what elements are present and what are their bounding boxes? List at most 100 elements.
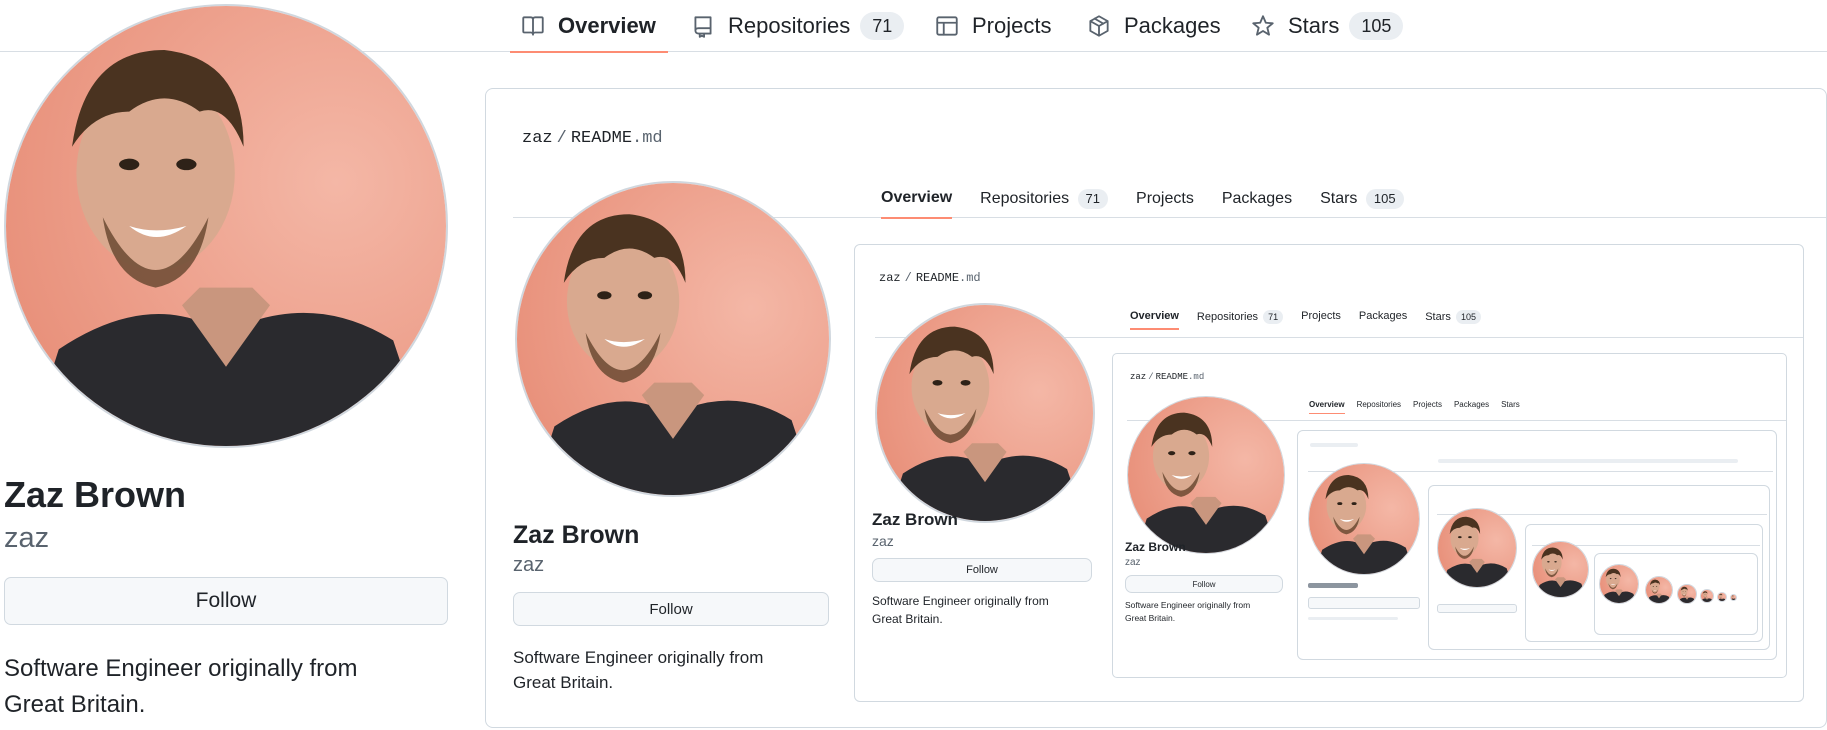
recursive-avatar	[1308, 463, 1420, 575]
recursive-avatar	[1730, 594, 1737, 601]
nested-follow-button: Follow	[872, 558, 1092, 582]
avatar[interactable]	[4, 4, 448, 448]
readme-profile-login: zaz	[513, 554, 545, 576]
tab-label: Stars	[1288, 13, 1340, 38]
follow-button[interactable]: Follow	[4, 577, 448, 625]
stars-count-badge: 105	[1349, 12, 1404, 40]
avatar-photo	[1128, 397, 1284, 553]
avatar-photo	[1438, 509, 1516, 587]
readme-profile-name: Zaz Brown	[513, 521, 640, 549]
level3-follow-button: Follow	[1125, 575, 1283, 593]
readme-title[interactable]: zaz / README.md	[522, 129, 663, 148]
avatar-photo	[1731, 595, 1736, 600]
nested-avatar	[875, 303, 1095, 523]
recursive-name-bar	[1308, 583, 1358, 588]
level3-profile-tabs: Overview Repositories Projects Packages …	[1309, 400, 1520, 414]
recursive-follow-button	[1437, 604, 1517, 613]
bio-line: Great Britain.	[4, 691, 146, 718]
readme-separator: /	[904, 271, 912, 285]
nested-profile-login: zaz	[872, 533, 894, 549]
tab-label: Projects	[972, 13, 1052, 38]
tab-packages[interactable]: Packages	[1086, 0, 1221, 52]
recursive-readme-preview-2	[1428, 485, 1770, 650]
readme-tab-packages[interactable]: Packages	[1222, 190, 1292, 208]
recursive-follow-button	[1308, 597, 1420, 609]
readme-tab-repositories[interactable]: Repositories 71	[980, 189, 1109, 209]
avatar-photo	[1701, 590, 1713, 602]
readme-follow-button: Follow	[513, 592, 829, 626]
nested-profile-bio: Software Engineer originally from Great …	[872, 592, 1049, 628]
readme-tab-overview[interactable]: Overview	[881, 189, 953, 219]
tab-stars[interactable]: Stars 105	[1250, 0, 1404, 52]
level3-profile-name: Zaz Brown	[1125, 540, 1186, 554]
recursive-avatar	[1532, 541, 1589, 598]
level3-profile-login: zaz	[1125, 557, 1141, 568]
recursive-tabs-bar	[1438, 459, 1738, 463]
tab-label: Packages	[1124, 13, 1221, 38]
avatar-photo	[1309, 464, 1419, 574]
bio-line: Great Britain.	[513, 673, 614, 692]
avatar-photo	[6, 6, 446, 446]
avatar-photo	[877, 305, 1093, 521]
readme-owner: zaz	[1130, 372, 1147, 382]
nested-readme-card: zaz / README.md Overview Repositories 71 P…	[854, 244, 1804, 702]
tab-label: Stars	[1320, 190, 1358, 207]
avatar-photo	[1533, 542, 1588, 597]
profile-bio: Software Engineer originally from Great …	[4, 651, 358, 723]
level3-tab-overview: Overview	[1309, 400, 1345, 414]
star-icon	[1252, 15, 1274, 36]
profile-login: zaz	[4, 522, 50, 554]
level3-readme-title: zaz / README.md	[1130, 372, 1204, 382]
level3-tab-stars: Stars	[1501, 400, 1520, 409]
recursive-avatar	[1677, 584, 1697, 604]
count-badge: 71	[1263, 310, 1284, 324]
tab-label: Repositories	[728, 13, 851, 38]
profile-name: Zaz Brown	[4, 474, 187, 515]
bio-line: Software Engineer originally from	[872, 594, 1049, 608]
level3-avatar	[1127, 396, 1285, 554]
avatar-photo	[1600, 565, 1638, 603]
avatar-photo	[1718, 593, 1726, 601]
tab-repositories[interactable]: Repositories 71	[690, 0, 905, 52]
nested-readme-card-level3: zaz / README.md Overview Repositories Proj…	[1112, 353, 1787, 678]
recursive-avatar	[1645, 576, 1673, 604]
repositories-count-badge: 71	[1077, 189, 1109, 209]
readme-tab-projects[interactable]: Projects	[1136, 190, 1194, 208]
tab-projects[interactable]: Projects	[934, 0, 1051, 52]
tab-label: Repositories	[980, 190, 1070, 207]
table-icon	[936, 16, 958, 36]
nested-tab-packages: Packages	[1358, 310, 1408, 322]
avatar-photo	[1678, 585, 1696, 603]
avatar-photo	[1646, 577, 1672, 603]
readme-owner: zaz	[879, 271, 901, 285]
avatar-photo	[517, 183, 829, 495]
nested-readme-title: zaz / README.md	[879, 271, 981, 285]
repositories-count-badge: 71	[860, 12, 905, 40]
bio-line: Software Engineer originally from	[4, 655, 358, 682]
package-icon	[1089, 15, 1109, 37]
stars-count-badge: 105	[1365, 189, 1404, 209]
nested-tab-overview: Overview	[1130, 310, 1179, 330]
book-icon	[522, 16, 544, 36]
readme-card: zaz / README.md Overview Repositories 71 P…	[485, 88, 1827, 728]
readme-file: README	[570, 129, 633, 148]
count-badge: 105	[1455, 310, 1481, 324]
tab-overview[interactable]: Overview	[510, 0, 668, 53]
nested-tab-projects: Projects	[1301, 310, 1341, 322]
recursive-avatar	[1717, 592, 1727, 602]
level3-profile-bio: Software Engineer originally from Great …	[1125, 599, 1250, 625]
readme-file: README	[915, 271, 960, 285]
readme-avatar	[515, 181, 831, 497]
readme-file: README	[1155, 372, 1189, 382]
readme-extension: .md	[1188, 372, 1205, 382]
repo-icon	[694, 16, 712, 38]
nested-tab-stars: Stars 105	[1425, 310, 1481, 330]
readme-tab-stars[interactable]: Stars 105	[1320, 189, 1404, 209]
tab-label: Stars	[1425, 311, 1451, 323]
recursive-avatar	[1700, 589, 1714, 603]
bio-line: Software Engineer originally from	[513, 648, 764, 667]
readme-profile-tabs: Overview Repositories 71 Projects Packag…	[881, 179, 1404, 219]
bio-line: Software Engineer originally from	[1125, 600, 1251, 610]
recursive-bio-bar	[1308, 617, 1398, 620]
recursive-avatar	[1599, 564, 1639, 604]
